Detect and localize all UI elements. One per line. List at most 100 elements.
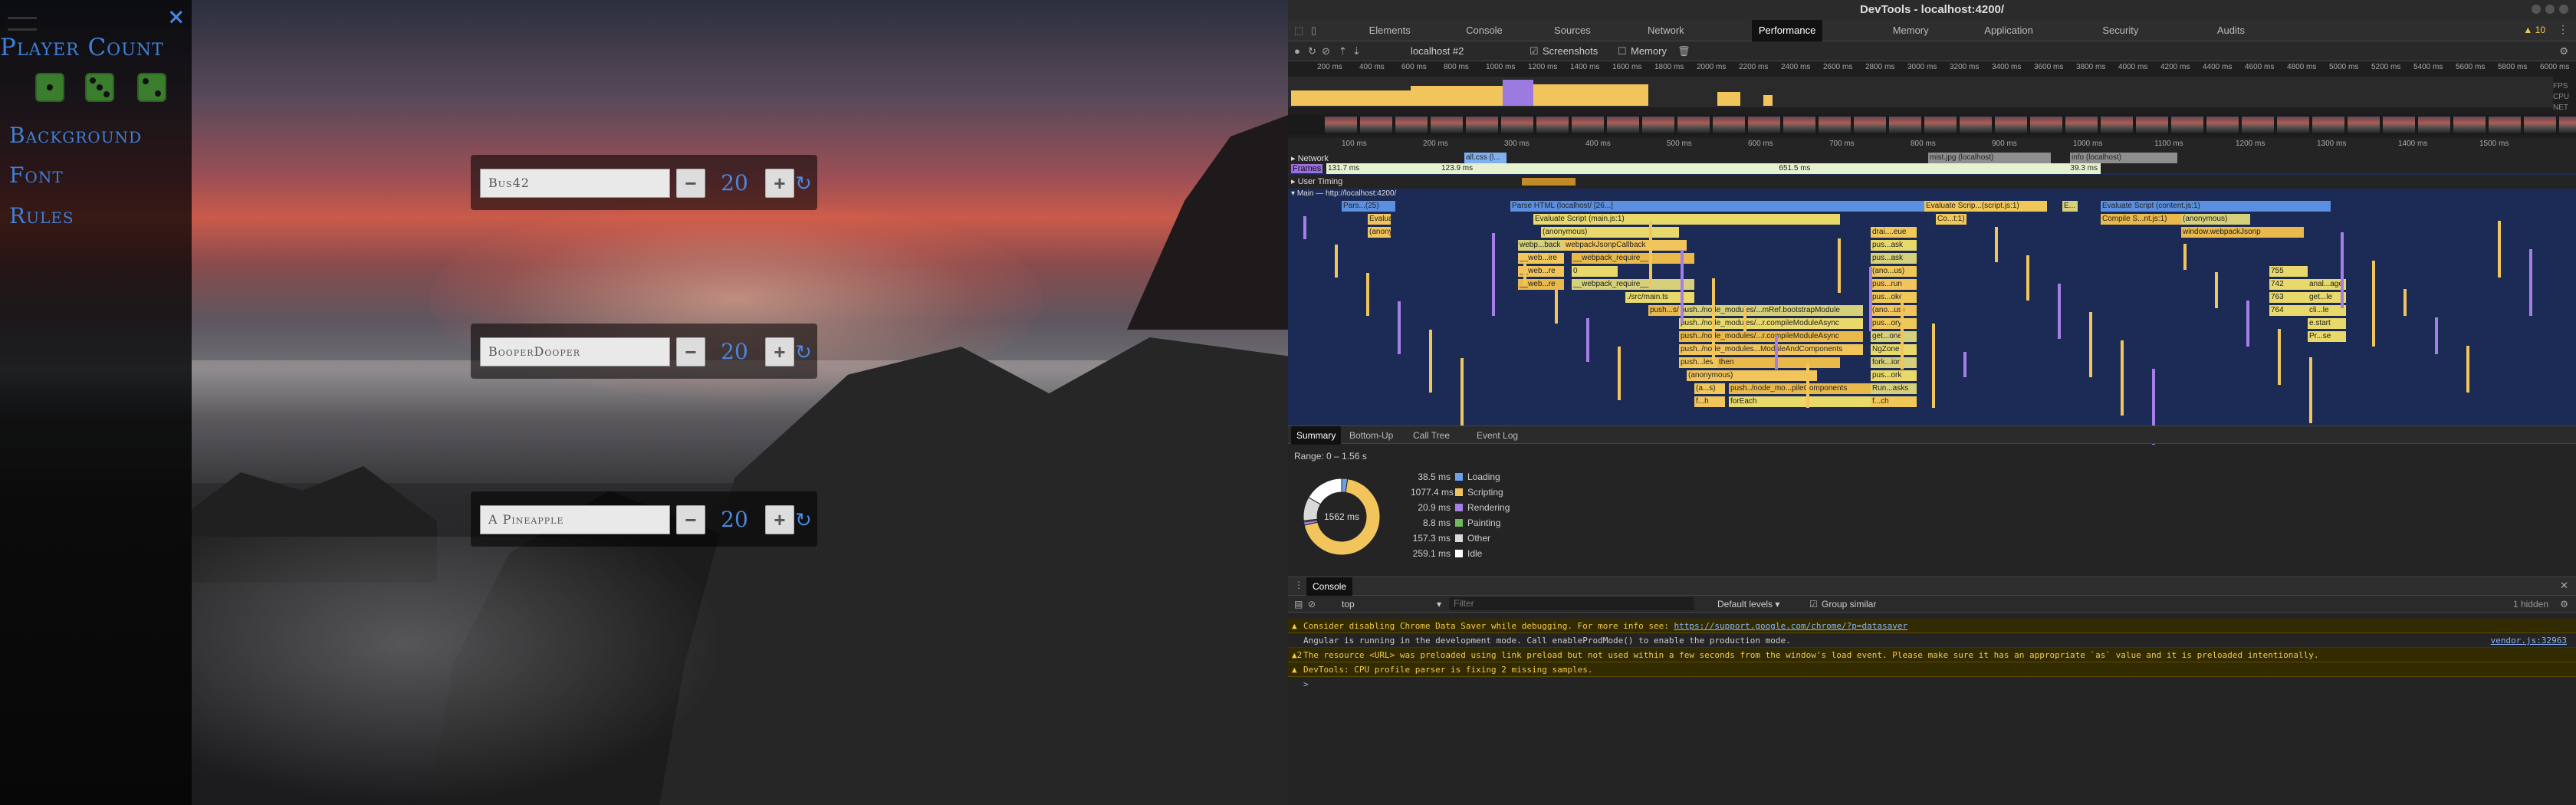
screenshot-thumbnail[interactable] (2524, 117, 2556, 133)
group-similar-checkbox-icon[interactable]: ☑ (1809, 596, 1818, 613)
profile-select[interactable]: localhost #2 (1411, 41, 1464, 61)
screenshot-thumbnail[interactable] (1501, 117, 1533, 133)
flame-block[interactable]: forEach (1729, 396, 1875, 407)
screenshot-thumbnail[interactable] (2383, 117, 2415, 133)
flame-block[interactable]: drai....eue (1871, 227, 1917, 238)
screenshot-thumbnail[interactable] (2277, 117, 2309, 133)
player-name-input[interactable]: A Pineapple (480, 505, 670, 534)
nav-rules[interactable]: Rules (9, 203, 74, 228)
flame-sliver[interactable] (1838, 238, 1841, 293)
flame-block[interactable]: get...one (1871, 331, 1917, 342)
flame-sliver[interactable] (1743, 307, 1746, 331)
flame-sliver[interactable] (1523, 261, 1526, 285)
screenshot-thumbnail[interactable] (1325, 117, 1357, 133)
frame-bar[interactable]: 651.5 ms (1533, 163, 2055, 174)
clear-console-icon[interactable]: ⊘ (1308, 596, 1316, 613)
flame-block[interactable]: window.webpackJsonp (2181, 227, 2304, 238)
upload-icon[interactable]: ⇡ (1339, 41, 1347, 61)
flame-chart[interactable]: 100 ms 200 ms 300 ms 400 ms 500 ms 600 ms 700 … (1288, 138, 2576, 454)
sidebar-toggle-icon[interactable]: ▤ (1294, 596, 1303, 613)
flame-sliver[interactable] (1398, 301, 1401, 354)
flame-sliver[interactable] (2121, 340, 2124, 416)
flame-sliver[interactable] (1460, 358, 1464, 431)
timeline-overview[interactable]: 200 ms 400 ms 600 ms 800 ms 1000 ms 1200 ms 14… (1288, 61, 2576, 138)
flame-block[interactable]: pus...ask (1871, 253, 1917, 264)
group-similar-label[interactable]: Group similar (1822, 596, 1876, 613)
maximize-icon[interactable] (2545, 5, 2555, 14)
flame-block[interactable]: pus...run (1871, 279, 1917, 290)
flame-sliver[interactable] (2529, 249, 2532, 316)
flame-block[interactable]: Evaluate Script (main.js:1) (1533, 214, 1840, 225)
minimize-icon[interactable] (2532, 5, 2541, 14)
decrement-button[interactable]: − (676, 169, 705, 198)
log-levels-select[interactable]: Default levels ▾ (1717, 596, 1779, 613)
flame-sliver[interactable] (2058, 284, 2061, 339)
screenshot-thumbnail[interactable] (2418, 117, 2450, 133)
tab-elements[interactable]: Elements (1362, 20, 1418, 41)
flame-block[interactable]: (anonymous) (1541, 227, 1679, 238)
flame-sliver[interactable] (1901, 295, 1904, 370)
player-name-input[interactable]: BooperDooper (480, 337, 670, 366)
nav-font[interactable]: Font (9, 163, 64, 188)
flame-sliver[interactable] (2183, 244, 2187, 270)
flame-sliver[interactable] (2089, 312, 2092, 377)
flame-sliver[interactable] (1618, 347, 1621, 400)
flame-sliver[interactable] (2246, 301, 2249, 347)
screenshot-thumbnail[interactable] (1642, 117, 1674, 133)
flame-sliver[interactable] (1712, 278, 1715, 362)
network-request[interactable]: info (localhost) (2070, 153, 2177, 163)
flame-block[interactable]: 742 (2269, 279, 2308, 290)
screenshot-thumbnail[interactable] (1360, 117, 1392, 133)
flame-block[interactable]: push../node_modules...ModuleAndComponent… (1679, 344, 1863, 355)
flame-block[interactable]: NgZone (1871, 344, 1917, 355)
flame-block[interactable]: __webpack_require__ (1572, 253, 1694, 264)
screenshot-thumbnail[interactable] (2206, 117, 2239, 133)
flame-sliver[interactable] (1995, 227, 1998, 262)
tab-sources[interactable]: Sources (1547, 20, 1598, 41)
flame-sliver[interactable] (1586, 318, 1589, 362)
tab-audits[interactable]: Audits (2210, 20, 2252, 41)
flame-block[interactable]: (anonymous) (1687, 370, 1817, 381)
screenshot-thumbnail[interactable] (1572, 117, 1604, 133)
increment-button[interactable]: + (765, 337, 794, 366)
flame-block[interactable]: f...ch (1871, 396, 1917, 407)
flame-sliver[interactable] (1806, 363, 1809, 408)
flame-block[interactable]: Parse HTML (localhost/ [26...] (1510, 201, 1924, 212)
screenshot-thumbnail[interactable] (2065, 117, 2098, 133)
console-prompt[interactable]: > (1288, 677, 2576, 692)
flame-block[interactable]: (ano...us) (1871, 305, 1917, 316)
screenshot-thumbnail[interactable] (1995, 117, 2027, 133)
flame-block[interactable]: webpackJsonpCallback (1564, 240, 1687, 251)
reset-icon[interactable]: ↻ (791, 339, 816, 365)
screenshot-thumbnail[interactable] (1713, 117, 1745, 133)
tab-network[interactable]: Network (1641, 20, 1691, 41)
flame-block[interactable]: __webpack_require__ (1572, 279, 1694, 290)
tab-call-tree[interactable]: Call Tree (1408, 426, 1455, 445)
dice-one-icon[interactable] (35, 73, 64, 102)
flame-block[interactable]: 755 (2269, 266, 2308, 277)
flame-sliver[interactable] (1366, 273, 1369, 316)
flame-sliver[interactable] (1555, 290, 1558, 324)
tab-event-log[interactable]: Event Log (1471, 426, 1523, 445)
flame-sliver[interactable] (2372, 261, 2375, 347)
flame-block[interactable]: Pr...se (2308, 331, 2346, 342)
screenshot-thumbnail[interactable] (2348, 117, 2380, 133)
inspect-icon[interactable]: ⬚ (1294, 25, 1303, 37)
network-track[interactable]: ▸ Network all.css (l... mist.jpg (localh… (1288, 152, 2576, 174)
flame-block[interactable]: pus...ask (1871, 240, 1917, 251)
flame-sliver[interactable] (1869, 267, 1872, 331)
flame-sliver[interactable] (2404, 289, 2407, 316)
main-thread-header[interactable]: ▾ Main — http://localhost:4200/ (1288, 189, 2576, 199)
screenshot-thumbnail[interactable] (1783, 117, 1815, 133)
flame-sliver[interactable] (2466, 346, 2469, 393)
flame-block[interactable]: Co...t:1) (1936, 214, 1967, 225)
warning-count[interactable]: ▲ 10 (2523, 25, 2545, 35)
screenshot-thumbnail[interactable] (2559, 117, 2576, 133)
screenshot-thumbnail[interactable] (1466, 117, 1498, 133)
more-icon[interactable]: ⋮ (2558, 23, 2568, 36)
frame-bar[interactable]: 131.7 ms (1326, 163, 1434, 174)
flame-block[interactable]: 764 (2269, 305, 2308, 316)
checkbox-checked-icon[interactable]: ☑ (1530, 41, 1539, 61)
frame-bar[interactable]: 39.3 ms (2055, 163, 2101, 174)
flame-blocks[interactable]: Pars...(25) Parse HTML (localhost/ [26...… (1288, 201, 2576, 454)
